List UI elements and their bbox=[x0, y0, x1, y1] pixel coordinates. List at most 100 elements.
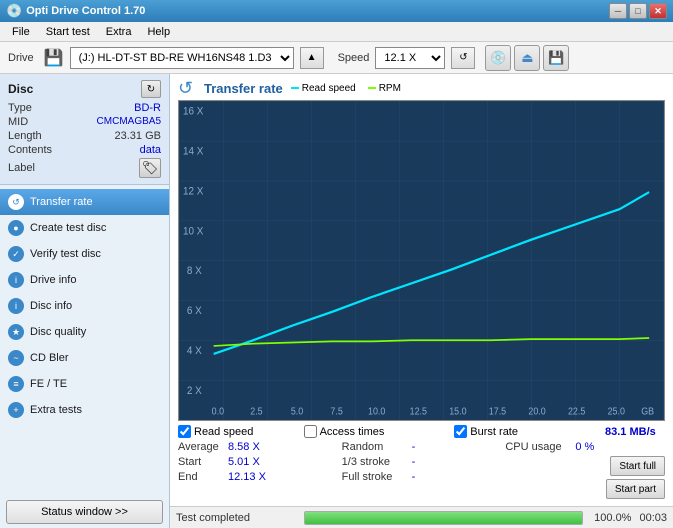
nav-icon-disc-info: i bbox=[8, 298, 24, 314]
stat-1-3-stroke-row: 1/3 stroke - bbox=[342, 456, 502, 468]
svg-text:10.0: 10.0 bbox=[368, 406, 385, 418]
disc-type-row: Type BD-R bbox=[8, 102, 161, 114]
status-percent: 100.0% bbox=[591, 512, 631, 524]
svg-text:GB: GB bbox=[641, 406, 654, 418]
stat-random-row: Random - bbox=[342, 441, 502, 453]
svg-text:2 X: 2 X bbox=[187, 384, 202, 397]
checkbox-access-times-input[interactable] bbox=[304, 425, 317, 438]
disc-contents-label: Contents bbox=[8, 144, 52, 156]
checkboxes-row: Read speed Access times Burst rate 83.1 … bbox=[178, 425, 665, 438]
disc-contents-value: data bbox=[140, 144, 161, 156]
svg-text:22.5: 22.5 bbox=[568, 406, 585, 418]
nav-label-create-test-disc: Create test disc bbox=[30, 222, 106, 234]
stat-average-label: Average bbox=[178, 441, 228, 453]
svg-text:17.5: 17.5 bbox=[489, 406, 506, 418]
burst-rate-value: 83.1 MB/s bbox=[605, 426, 665, 438]
menu-start-test[interactable]: Start test bbox=[38, 24, 98, 40]
stat-end-value: 12.13 X bbox=[228, 471, 273, 483]
speed-label: Speed bbox=[338, 52, 370, 64]
drive-icon: 💾 bbox=[44, 48, 64, 68]
drive-bar: Drive 💾 (J:) HL-DT-ST BD-RE WH16NS48 1.D… bbox=[0, 42, 673, 74]
nav-icon-drive-info: i bbox=[8, 272, 24, 288]
nav-label-transfer-rate: Transfer rate bbox=[30, 196, 93, 208]
menu-extra[interactable]: Extra bbox=[98, 24, 140, 40]
stat-cpu-label: CPU usage bbox=[505, 441, 575, 453]
save-icon-btn[interactable]: 💾 bbox=[543, 45, 569, 71]
stat-start-row: Start 5.01 X bbox=[178, 456, 338, 468]
status-text: Test completed bbox=[176, 512, 296, 524]
speed-select[interactable]: Max X12.1 X8.0 X6.0 X4.0 X bbox=[375, 47, 445, 69]
eject-icon-btn[interactable]: ⏏ bbox=[514, 45, 540, 71]
chart-container: ↺ Transfer rate Read speed RPM bbox=[170, 74, 673, 506]
svg-text:0.0: 0.0 bbox=[212, 406, 224, 418]
toolbar-icons: 💿 ⏏ 💾 bbox=[485, 45, 569, 71]
refresh-speed-button[interactable]: ↺ bbox=[451, 47, 475, 69]
svg-text:15.0: 15.0 bbox=[449, 406, 466, 418]
nav-transfer-rate[interactable]: ↺ Transfer rate bbox=[0, 189, 169, 215]
stats-left: Average 8.58 X Start 5.01 X End 12.13 X bbox=[178, 441, 338, 502]
app-icon: 💿 bbox=[6, 3, 22, 19]
stat-start-value: 5.01 X bbox=[228, 456, 273, 468]
nav-disc-info[interactable]: i Disc info bbox=[0, 293, 169, 319]
drive-select[interactable]: (J:) HL-DT-ST BD-RE WH16NS48 1.D3 bbox=[70, 47, 294, 69]
stat-random-value: - bbox=[412, 441, 432, 453]
start-part-button[interactable]: Start part bbox=[606, 479, 665, 499]
svg-text:12 X: 12 X bbox=[183, 185, 203, 198]
checkbox-read-speed[interactable]: Read speed bbox=[178, 425, 304, 438]
svg-text:14 X: 14 X bbox=[183, 145, 203, 158]
nav-icon-fe-te: ≡ bbox=[8, 376, 24, 392]
nav-label-extra-tests: Extra tests bbox=[30, 404, 82, 416]
disc-refresh-button[interactable]: ↻ bbox=[141, 80, 161, 98]
nav-create-test-disc[interactable]: ● Create test disc bbox=[0, 215, 169, 241]
svg-text:2.5: 2.5 bbox=[250, 406, 262, 418]
stat-cpu-value: 0 % bbox=[575, 441, 594, 453]
disc-icon-btn[interactable]: 💿 bbox=[485, 45, 511, 71]
legend-dot-rpm bbox=[368, 87, 376, 89]
title-bar: 💿 Opti Drive Control 1.70 ─ □ ✕ bbox=[0, 0, 673, 22]
window-controls: ─ □ ✕ bbox=[609, 3, 667, 19]
nav-fe-te[interactable]: ≡ FE / TE bbox=[0, 371, 169, 397]
svg-text:10 X: 10 X bbox=[183, 225, 203, 238]
stat-full-stroke-value: - bbox=[412, 471, 432, 483]
legend-dot-read-speed bbox=[291, 87, 299, 89]
checkbox-read-speed-input[interactable] bbox=[178, 425, 191, 438]
nav-extra-tests[interactable]: + Extra tests bbox=[0, 397, 169, 423]
svg-text:5.0: 5.0 bbox=[291, 406, 303, 418]
sidebar: Disc ↻ Type BD-R MID CMCMAGBA5 Length 23… bbox=[0, 74, 170, 528]
disc-type-label: Type bbox=[8, 102, 32, 114]
checkbox-burst-rate[interactable]: Burst rate bbox=[454, 425, 605, 438]
eject-button[interactable]: ▲ bbox=[300, 47, 324, 69]
nav-icon-extra-tests: + bbox=[8, 402, 24, 418]
nav-icon-create-test-disc: ● bbox=[8, 220, 24, 236]
maximize-button[interactable]: □ bbox=[629, 3, 647, 19]
legend-rpm: RPM bbox=[368, 83, 401, 94]
status-window-button[interactable]: Status window >> bbox=[6, 500, 163, 524]
nav-label-cd-bler: CD Bler bbox=[30, 352, 69, 364]
stats-main: Average 8.58 X Start 5.01 X End 12.13 X … bbox=[178, 441, 665, 502]
menu-file[interactable]: File bbox=[4, 24, 38, 40]
stat-cpu-row: CPU usage 0 % bbox=[505, 441, 665, 453]
stat-end-row: End 12.13 X bbox=[178, 471, 338, 483]
nav-label-disc-quality: Disc quality bbox=[30, 326, 86, 338]
checkbox-burst-rate-input[interactable] bbox=[454, 425, 467, 438]
label-icon-button[interactable]: 🏷 bbox=[139, 158, 161, 178]
nav-disc-quality[interactable]: ★ Disc quality bbox=[0, 319, 169, 345]
minimize-button[interactable]: ─ bbox=[609, 3, 627, 19]
checkbox-access-times[interactable]: Access times bbox=[304, 425, 455, 438]
svg-text:25.0: 25.0 bbox=[608, 406, 625, 418]
stat-start-label: Start bbox=[178, 456, 228, 468]
disc-contents-row: Contents data bbox=[8, 144, 161, 156]
close-button[interactable]: ✕ bbox=[649, 3, 667, 19]
svg-text:8 X: 8 X bbox=[187, 265, 202, 278]
legend-label-rpm: RPM bbox=[379, 83, 401, 94]
start-full-button[interactable]: Start full bbox=[610, 456, 665, 476]
nav-cd-bler[interactable]: ~ CD Bler bbox=[0, 345, 169, 371]
nav-verify-test-disc[interactable]: ✓ Verify test disc bbox=[0, 241, 169, 267]
stats-middle: Random - 1/3 stroke - Full stroke - bbox=[342, 441, 502, 502]
nav-label-fe-te: FE / TE bbox=[30, 378, 67, 390]
disc-label-row: Label 🏷 bbox=[8, 158, 161, 178]
disc-mid-row: MID CMCMAGBA5 bbox=[8, 116, 161, 128]
nav-drive-info[interactable]: i Drive info bbox=[0, 267, 169, 293]
svg-text:6 X: 6 X bbox=[187, 304, 202, 317]
menu-help[interactable]: Help bbox=[139, 24, 178, 40]
